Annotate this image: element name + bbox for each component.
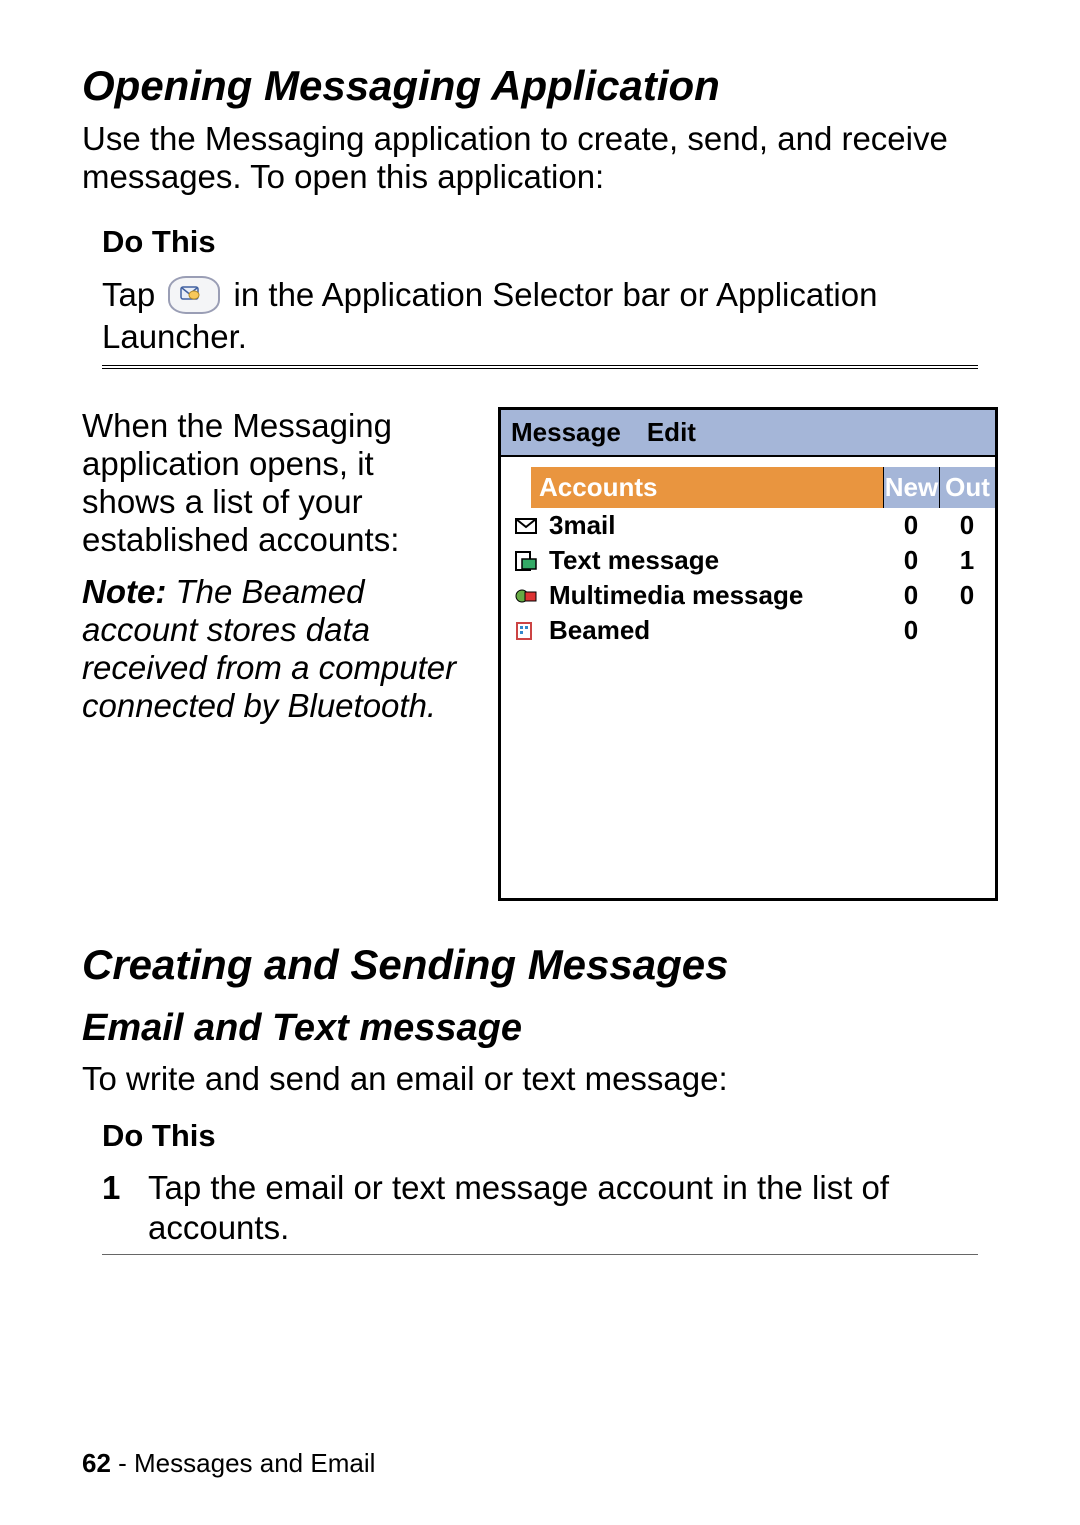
section-heading-opening: Opening Messaging Application — [82, 62, 998, 110]
page-number: 62 — [82, 1448, 111, 1478]
subsection-heading-email-text: Email and Text message — [82, 1007, 998, 1050]
account-label: Beamed — [549, 615, 883, 646]
account-out: 1 — [939, 545, 995, 576]
chapter-name: - Messages and Email — [111, 1448, 375, 1478]
step-text: Tap the email or text message account in… — [148, 1168, 998, 1247]
step-number: 1 — [102, 1168, 148, 1247]
envelope-icon — [511, 513, 541, 539]
text-message-icon — [511, 548, 541, 574]
side-paragraph: When the Messaging application opens, it… — [82, 407, 470, 725]
account-row-text[interactable]: Text message 0 1 — [501, 543, 995, 578]
do-this-label-1: Do This — [102, 224, 998, 260]
account-row-3mail[interactable]: 3mail 0 0 — [501, 508, 995, 543]
account-label: Multimedia message — [549, 580, 883, 611]
account-new: 0 — [883, 615, 939, 646]
account-row-beamed[interactable]: Beamed 0 — [501, 613, 995, 648]
col-header-out: Out — [939, 467, 995, 508]
step-1: 1 Tap the email or text message account … — [102, 1168, 998, 1247]
col-header-new: New — [883, 467, 939, 508]
account-row-mms[interactable]: Multimedia message 0 0 — [501, 578, 995, 613]
multimedia-icon — [511, 583, 541, 609]
accounts-intro-text: When the Messaging application opens, it… — [82, 407, 470, 559]
intro-paragraph-1: Use the Messaging application to create,… — [82, 120, 998, 196]
menu-edit[interactable]: Edit — [647, 417, 696, 448]
account-label: Text message — [549, 545, 883, 576]
beamed-icon — [511, 618, 541, 644]
col-header-accounts: Accounts — [531, 467, 883, 508]
menu-message[interactable]: Message — [511, 417, 621, 448]
phone-screenshot: Message Edit Accounts New Out 3mail 0 0 — [498, 407, 998, 901]
do-this-label-2: Do This — [102, 1118, 998, 1154]
section-heading-creating: Creating and Sending Messages — [82, 941, 998, 989]
phone-menubar: Message Edit — [501, 410, 995, 457]
tap-instruction: Tap in the Application Selector bar or A… — [102, 274, 998, 358]
account-out: 0 — [939, 510, 995, 541]
section-divider-single — [102, 1254, 978, 1255]
account-new: 0 — [883, 545, 939, 576]
section-divider-double — [102, 365, 978, 369]
note-label: Note: — [82, 573, 166, 610]
tap-before-text: Tap — [102, 276, 164, 313]
phone-table-header: Accounts New Out — [501, 467, 995, 508]
account-out: 0 — [939, 580, 995, 611]
account-new: 0 — [883, 510, 939, 541]
account-label: 3mail — [549, 510, 883, 541]
page-footer: 62 - Messages and Email — [82, 1448, 375, 1479]
account-new: 0 — [883, 580, 939, 611]
messaging-icon — [168, 276, 220, 314]
intro-paragraph-2: To write and send an email or text messa… — [82, 1060, 998, 1098]
